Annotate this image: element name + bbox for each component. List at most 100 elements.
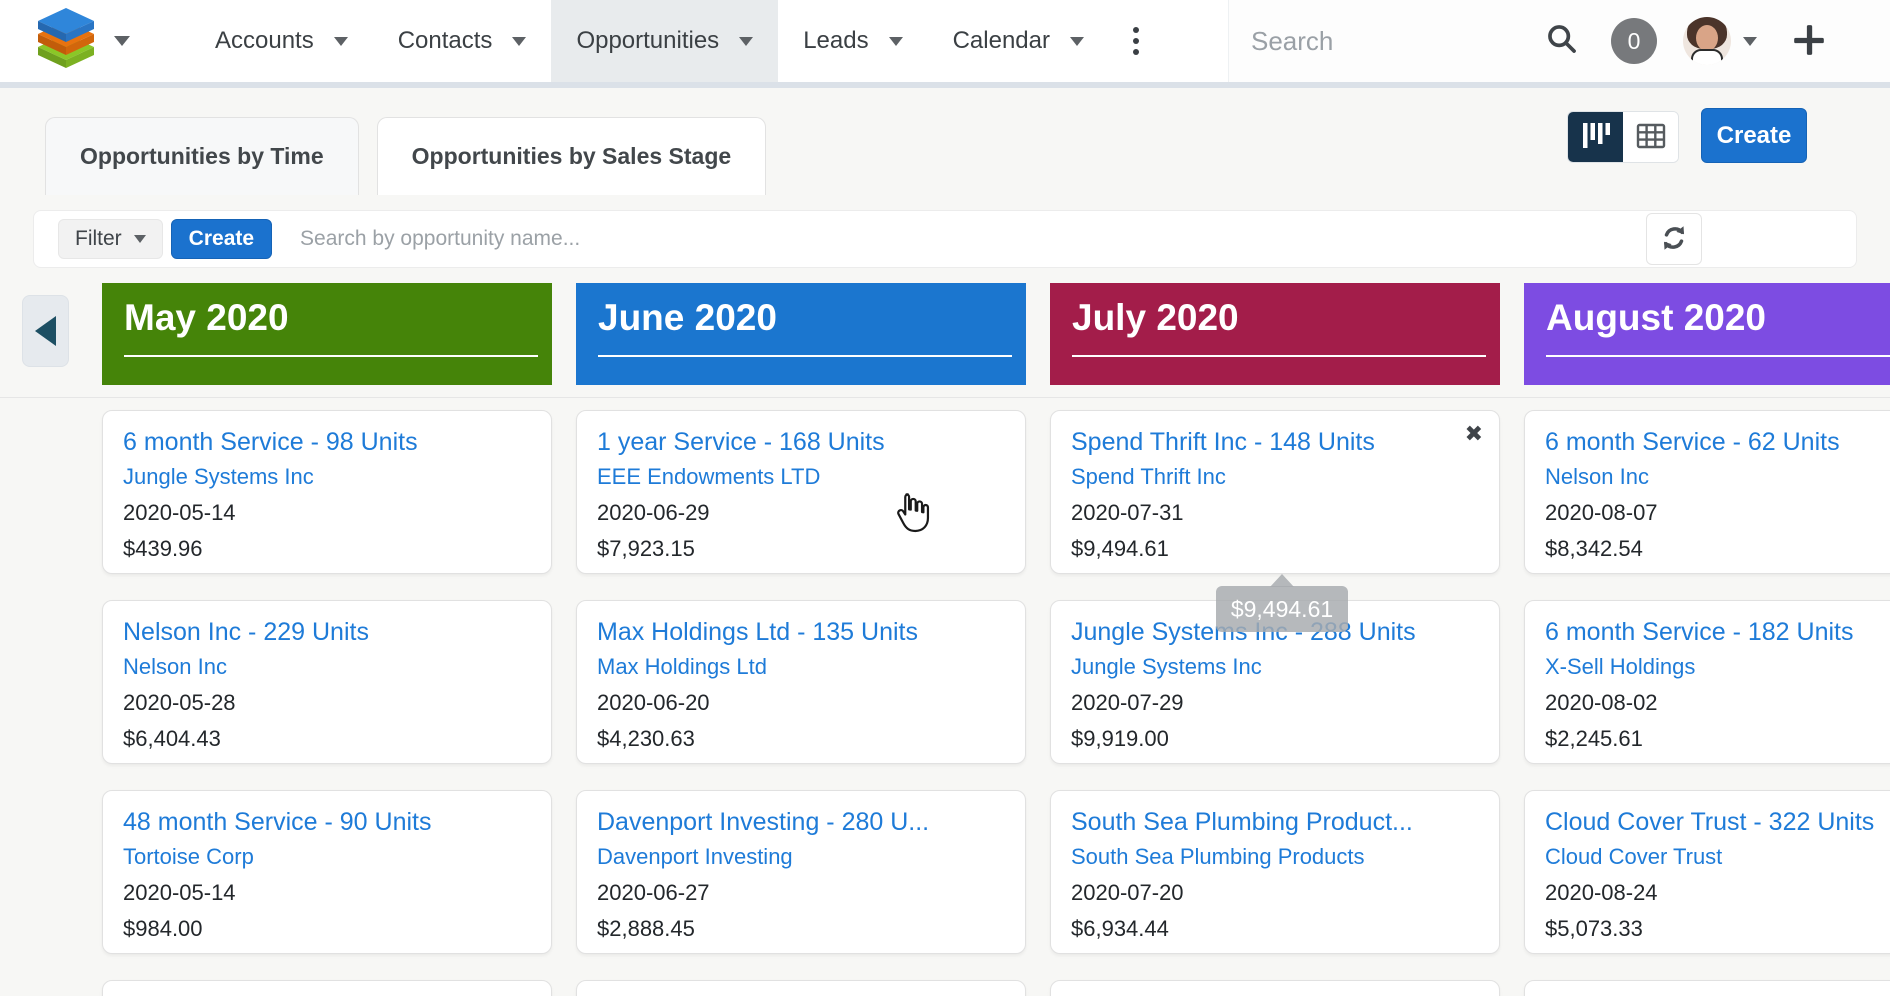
main-nav-items: Accounts Contacts Opportunities Leads Ca… — [190, 0, 1109, 82]
filter-caret-icon — [134, 235, 146, 243]
close-date: 2020-05-14 — [123, 875, 531, 911]
kanban-columns: May 2020 ✖ 6 month Service - 98 Units Ju… — [102, 283, 1890, 996]
nav-item-accounts[interactable]: Accounts — [190, 0, 373, 82]
opportunity-name-link[interactable]: Nelson Inc - 229 Units — [123, 615, 531, 649]
chevron-down-icon — [1070, 37, 1084, 46]
opportunity-amount: $6,404.43 — [123, 721, 531, 757]
opportunity-card-partial — [1050, 980, 1500, 996]
opportunity-amount: $4,230.63 — [597, 721, 1005, 757]
opportunity-amount: $2,888.45 — [597, 911, 1005, 947]
opportunity-amount: $9,919.00 — [1071, 721, 1479, 757]
opportunity-card: ✖ 6 month Service - 182 Units X-Sell Hol… — [1524, 600, 1890, 764]
opportunity-name-link[interactable]: Davenport Investing - 280 U... — [597, 805, 1005, 839]
profile-caret-icon — [1743, 37, 1757, 46]
opportunity-name-link[interactable]: Spend Thrift Inc - 148 Units — [1071, 425, 1479, 459]
search-icon[interactable] — [1545, 22, 1579, 61]
opportunity-amount: $6,934.44 — [1071, 911, 1479, 947]
tab-opportunities-by-sales-stage[interactable]: Opportunities by Sales Stage — [377, 117, 767, 195]
account-name-link[interactable]: Spend Thrift Inc — [1071, 459, 1479, 495]
close-date: 2020-06-20 — [597, 685, 1005, 721]
column-header: June 2020 — [576, 283, 1026, 385]
account-name-link[interactable]: X-Sell Holdings — [1545, 649, 1890, 685]
account-name-link[interactable]: Jungle Systems Inc — [1071, 649, 1479, 685]
close-date: 2020-08-24 — [1545, 875, 1890, 911]
close-date: 2020-08-07 — [1545, 495, 1890, 531]
filter-create-button[interactable]: Create — [171, 219, 272, 259]
close-date: 2020-08-02 — [1545, 685, 1890, 721]
cursor-pointer-icon — [890, 490, 934, 539]
nav-item-leads[interactable]: Leads — [778, 0, 927, 82]
close-date: 2020-07-31 — [1071, 495, 1479, 531]
opportunity-search-input[interactable] — [300, 227, 1646, 251]
app-logo-icon[interactable] — [38, 8, 94, 75]
left-triangle-icon — [35, 316, 56, 346]
opportunity-name-link[interactable]: 1 year Service - 168 Units — [597, 425, 1005, 459]
tab-opportunities-by-time[interactable]: Opportunities by Time — [45, 117, 359, 195]
value-tooltip: $9,494.61 — [1216, 586, 1348, 632]
opportunity-name-link[interactable]: 6 month Service - 182 Units — [1545, 615, 1890, 649]
opportunity-amount: $7,923.15 — [597, 531, 1005, 567]
kanban-column: July 2020 ✖ Spend Thrift Inc - 148 Units… — [1050, 283, 1500, 996]
column-cards: ✖ 1 year Service - 168 Units EEE Endowme… — [576, 410, 1026, 996]
close-date: 2020-06-29 — [597, 495, 1005, 531]
opportunity-name-link[interactable]: South Sea Plumbing Product... — [1071, 805, 1479, 839]
close-icon[interactable]: ✖ — [1465, 423, 1483, 445]
notification-badge[interactable]: 0 — [1611, 18, 1657, 64]
opportunity-amount: $8,342.54 — [1545, 531, 1890, 567]
opportunity-card: ✖ 6 month Service - 62 Units Nelson Inc … — [1524, 410, 1890, 574]
opportunity-name-link[interactable]: 6 month Service - 62 Units — [1545, 425, 1890, 459]
close-date: 2020-05-14 — [123, 495, 531, 531]
close-date: 2020-05-28 — [123, 685, 531, 721]
quick-create-button[interactable] — [1791, 22, 1827, 61]
kanban-column: May 2020 ✖ 6 month Service - 98 Units Ju… — [102, 283, 552, 996]
table-view-icon — [1636, 123, 1666, 152]
column-header: July 2020 — [1050, 283, 1500, 385]
nav-item-opportunities[interactable]: Opportunities — [551, 0, 778, 82]
close-date: 2020-06-27 — [597, 875, 1005, 911]
scroll-previous-button[interactable] — [22, 295, 69, 367]
opportunity-card: ✖ Davenport Investing - 280 U... Davenpo… — [576, 790, 1026, 954]
refresh-button[interactable] — [1646, 213, 1702, 265]
account-name-link[interactable]: Nelson Inc — [123, 649, 531, 685]
opportunity-name-link[interactable]: Cloud Cover Trust - 322 Units — [1545, 805, 1890, 839]
chevron-down-icon — [739, 37, 753, 46]
opportunity-amount: $984.00 — [123, 911, 531, 947]
opportunity-name-link[interactable]: 6 month Service - 98 Units — [123, 425, 531, 459]
profile-menu-button[interactable] — [1683, 17, 1757, 65]
create-opportunity-button[interactable]: Create — [1701, 108, 1807, 163]
kanban-view-button[interactable] — [1568, 112, 1623, 162]
account-name-link[interactable]: Nelson Inc — [1545, 459, 1890, 495]
column-header: August 2020 — [1524, 283, 1890, 385]
filter-dropdown-button[interactable]: Filter — [58, 219, 163, 259]
opportunity-card: ✖ 48 month Service - 90 Units Tortoise C… — [102, 790, 552, 954]
column-cards: ✖ 6 month Service - 62 Units Nelson Inc … — [1524, 410, 1890, 996]
opportunity-card-partial — [102, 980, 552, 996]
opportunity-card: ✖ South Sea Plumbing Product... South Se… — [1050, 790, 1500, 954]
kanban-column: August 2020 ✖ 6 month Service - 62 Units… — [1524, 283, 1890, 996]
table-view-button[interactable] — [1623, 112, 1678, 162]
chevron-down-icon — [512, 37, 526, 46]
column-cards: ✖ Spend Thrift Inc - 148 Units Spend Thr… — [1050, 410, 1500, 996]
opportunity-card: ✖ Cloud Cover Trust - 322 Units Cloud Co… — [1524, 790, 1890, 954]
opportunity-card-partial — [576, 980, 1026, 996]
account-name-link[interactable]: EEE Endowments LTD — [597, 459, 1005, 495]
account-name-link[interactable]: Max Holdings Ltd — [597, 649, 1005, 685]
avatar — [1683, 17, 1731, 65]
opportunity-name-link[interactable]: 48 month Service - 90 Units — [123, 805, 531, 839]
account-name-link[interactable]: Cloud Cover Trust — [1545, 839, 1890, 875]
account-name-link[interactable]: South Sea Plumbing Products — [1071, 839, 1479, 875]
opportunity-card: ✖ 6 month Service - 98 Units Jungle Syst… — [102, 410, 552, 574]
nav-item-calendar[interactable]: Calendar — [928, 0, 1109, 82]
filter-bar: Filter Create — [33, 210, 1857, 268]
nav-divider — [0, 82, 1890, 88]
global-search-input[interactable] — [1251, 26, 1537, 57]
opportunity-card: ✖ Nelson Inc - 229 Units Nelson Inc 2020… — [102, 600, 552, 764]
account-name-link[interactable]: Davenport Investing — [597, 839, 1005, 875]
opportunity-card: ✖ Max Holdings Ltd - 135 Units Max Holdi… — [576, 600, 1026, 764]
account-name-link[interactable]: Tortoise Corp — [123, 839, 531, 875]
nav-item-contacts[interactable]: Contacts — [373, 0, 552, 82]
app-menu-caret-icon[interactable] — [114, 36, 130, 46]
nav-more-button[interactable] — [1109, 0, 1163, 82]
opportunity-name-link[interactable]: Max Holdings Ltd - 135 Units — [597, 615, 1005, 649]
account-name-link[interactable]: Jungle Systems Inc — [123, 459, 531, 495]
